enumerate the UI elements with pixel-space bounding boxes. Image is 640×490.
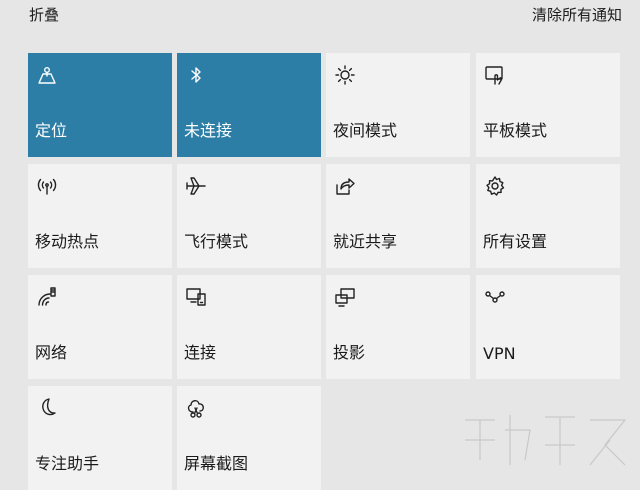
quick-action-bluetooth[interactable]: 未连接 xyxy=(177,53,321,157)
quick-action-mobile-hotspot[interactable]: 移动热点 xyxy=(28,164,172,268)
quick-action-label: 连接 xyxy=(184,343,217,362)
quick-action-nearby-sharing[interactable]: 就近共享 xyxy=(326,164,470,268)
collapse-link[interactable]: 折叠 xyxy=(29,4,59,25)
quick-action-label: 移动热点 xyxy=(35,232,100,251)
quick-action-location[interactable]: 定位 xyxy=(28,53,172,157)
quick-action-label: 飞行模式 xyxy=(184,232,249,251)
quick-action-all-settings[interactable]: 所有设置 xyxy=(476,164,620,268)
quick-action-label: 屏幕截图 xyxy=(184,454,249,473)
quick-action-label: 投影 xyxy=(333,343,366,362)
gear-icon xyxy=(483,174,507,198)
quick-action-vpn[interactable]: VPN xyxy=(476,275,620,379)
quick-action-label: 夜间模式 xyxy=(333,121,398,140)
quick-action-airplane-mode[interactable]: 飞行模式 xyxy=(177,164,321,268)
airplane-icon xyxy=(184,174,208,198)
quick-action-label: 所有设置 xyxy=(483,232,548,251)
quick-action-screen-snip[interactable]: 屏幕截图 xyxy=(177,386,321,490)
screen-snip-icon xyxy=(184,396,208,420)
location-icon xyxy=(35,63,59,87)
watermark xyxy=(455,405,635,475)
vpn-icon xyxy=(483,285,507,309)
bluetooth-icon xyxy=(184,63,208,87)
quick-action-tablet-mode[interactable]: 平板模式 xyxy=(476,53,620,157)
quick-action-night-mode[interactable]: 夜间模式 xyxy=(326,53,470,157)
quick-action-label: 平板模式 xyxy=(483,121,548,140)
network-icon xyxy=(35,285,59,309)
quick-action-network[interactable]: 网络 xyxy=(28,275,172,379)
quick-action-label: 定位 xyxy=(35,121,68,140)
quick-action-label: VPN xyxy=(483,344,516,363)
focus-assist-icon xyxy=(35,396,59,420)
quick-action-focus-assist[interactable]: 专注助手 xyxy=(28,386,172,490)
hotspot-icon xyxy=(35,174,59,198)
action-center-header: 折叠 清除所有通知 xyxy=(0,0,640,30)
project-icon xyxy=(333,285,357,309)
quick-action-label: 网络 xyxy=(35,343,68,362)
connect-icon xyxy=(184,285,208,309)
clear-all-notifications-link[interactable]: 清除所有通知 xyxy=(532,4,622,25)
nearby-share-icon xyxy=(333,174,357,198)
quick-action-label: 就近共享 xyxy=(333,232,398,251)
quick-action-project[interactable]: 投影 xyxy=(326,275,470,379)
quick-action-label: 专注助手 xyxy=(35,454,100,473)
quick-action-label: 未连接 xyxy=(184,121,233,140)
night-mode-icon xyxy=(333,63,357,87)
tablet-mode-icon xyxy=(483,63,507,87)
quick-action-connect[interactable]: 连接 xyxy=(177,275,321,379)
